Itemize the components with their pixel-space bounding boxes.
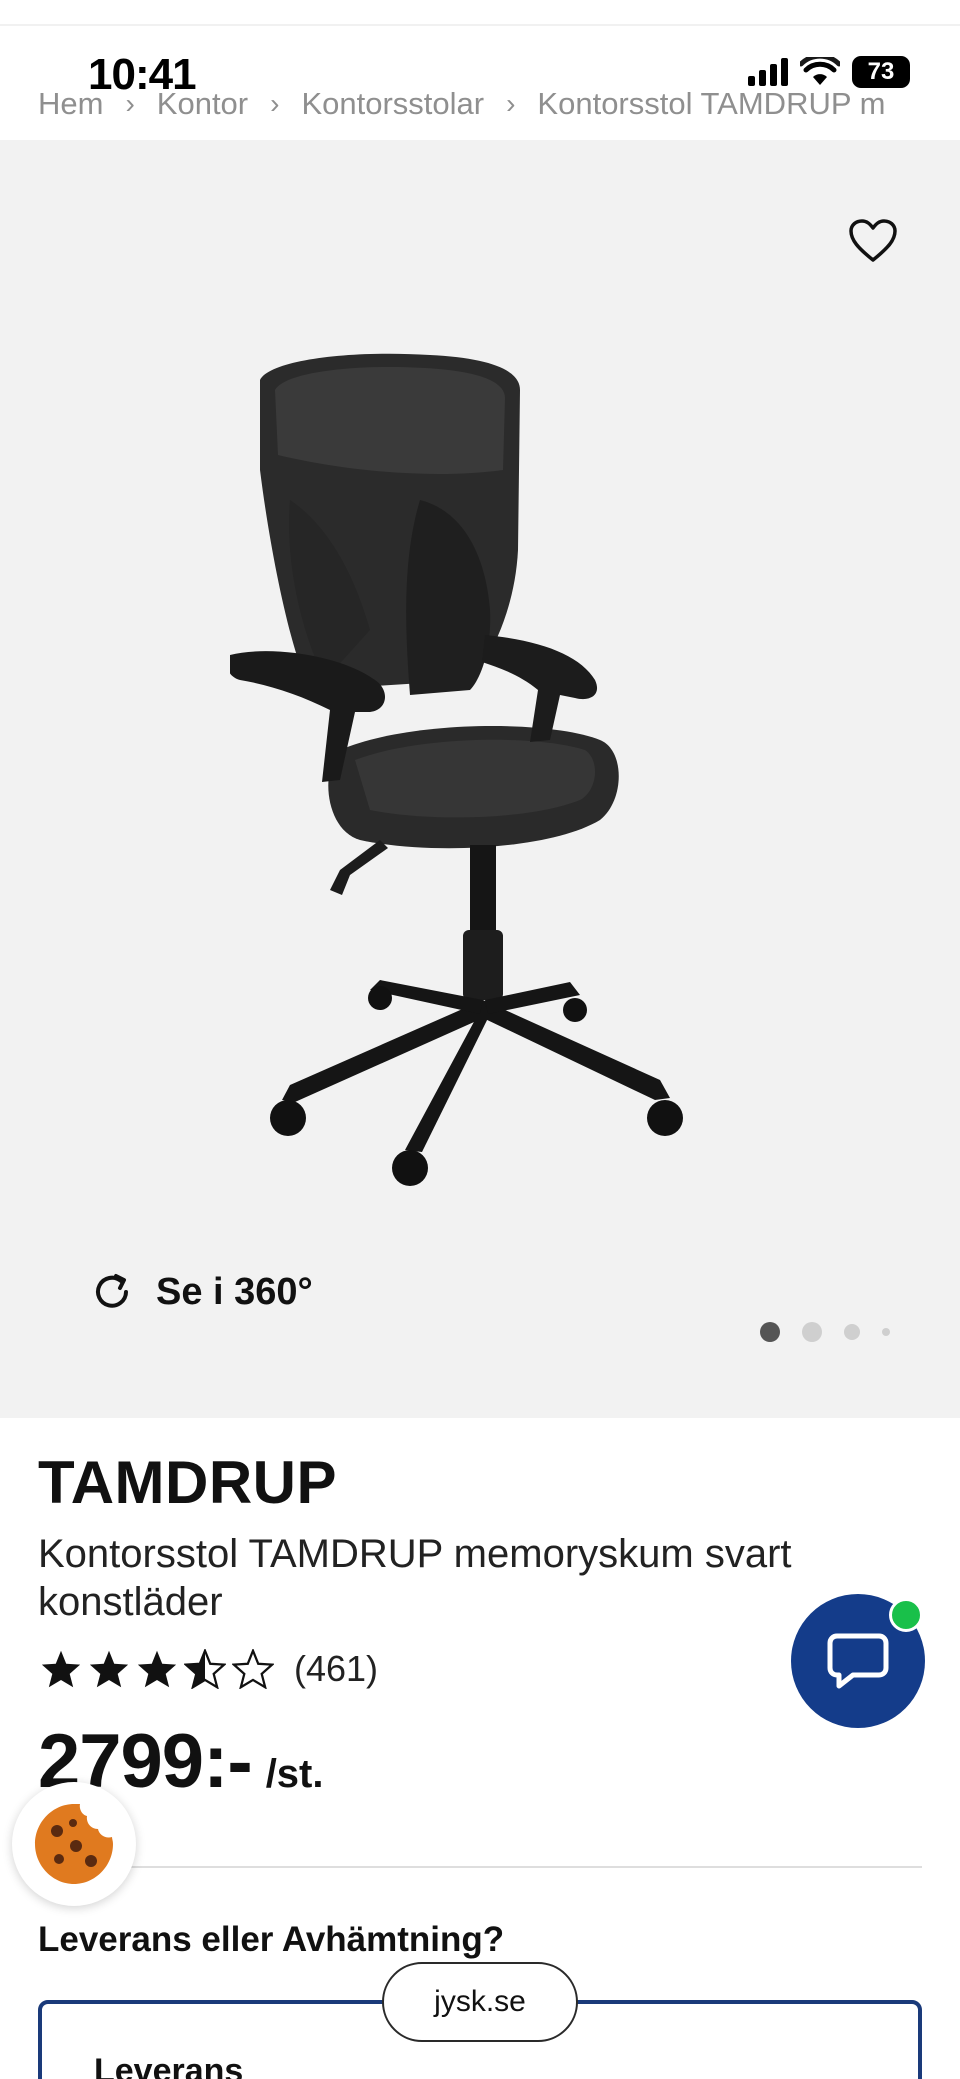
gallery-dot[interactable]: [844, 1324, 860, 1340]
chat-button[interactable]: [791, 1594, 925, 1728]
wifi-icon: [800, 57, 840, 85]
status-time: 10:41: [88, 50, 197, 99]
breadcrumb-item-current[interactable]: Kontorsstol TAMDRUP m: [537, 86, 885, 122]
rotate-360-icon: [96, 1274, 128, 1308]
star-full-icon: [137, 1650, 177, 1688]
product-brand: TAMDRUP: [38, 1449, 338, 1516]
battery-indicator: 73: [852, 56, 910, 88]
star-empty-icon: [232, 1649, 274, 1689]
star-full-icon: [89, 1650, 129, 1688]
gallery-pagination: [760, 1322, 890, 1342]
star-half-icon: [184, 1649, 226, 1689]
cellular-signal-icon: [748, 58, 788, 86]
cookie-icon: [35, 1804, 113, 1884]
breadcrumb-separator: ›: [270, 88, 280, 119]
heart-outline-icon[interactable]: [848, 218, 898, 264]
product-image[interactable]: [230, 350, 770, 1210]
cookie-settings-button[interactable]: [12, 1782, 136, 1906]
view-360-label: Se i 360°: [156, 1270, 313, 1313]
review-count[interactable]: (461): [294, 1648, 378, 1690]
price-unit: /st.: [265, 1752, 324, 1796]
delivery-question: Leverans eller Avhämtning?: [38, 1920, 505, 1959]
gallery-dot[interactable]: [802, 1322, 822, 1342]
gallery-dot-active[interactable]: [760, 1322, 780, 1342]
chat-bubble-icon: [827, 1633, 889, 1689]
view-360-button[interactable]: Se i 360°: [90, 1270, 313, 1314]
browser-url-bar[interactable]: jysk.se: [382, 1962, 578, 2042]
product-name: Kontorsstol TAMDRUP memoryskum svart kon…: [38, 1532, 792, 1624]
gallery-dot[interactable]: [882, 1328, 890, 1336]
delivery-option-label: Leverans: [94, 2052, 244, 2079]
breadcrumb-separator: ›: [506, 88, 516, 119]
product-gallery[interactable]: Se i 360°: [0, 140, 960, 1418]
online-status-dot: [889, 1598, 923, 1632]
star-full-icon: [41, 1650, 81, 1688]
section-divider: [38, 1866, 922, 1868]
breadcrumb-item-kontorsstolar[interactable]: Kontorsstolar: [301, 86, 484, 122]
status-indicators: 73: [748, 56, 910, 88]
product-rating[interactable]: (461): [40, 1648, 378, 1690]
